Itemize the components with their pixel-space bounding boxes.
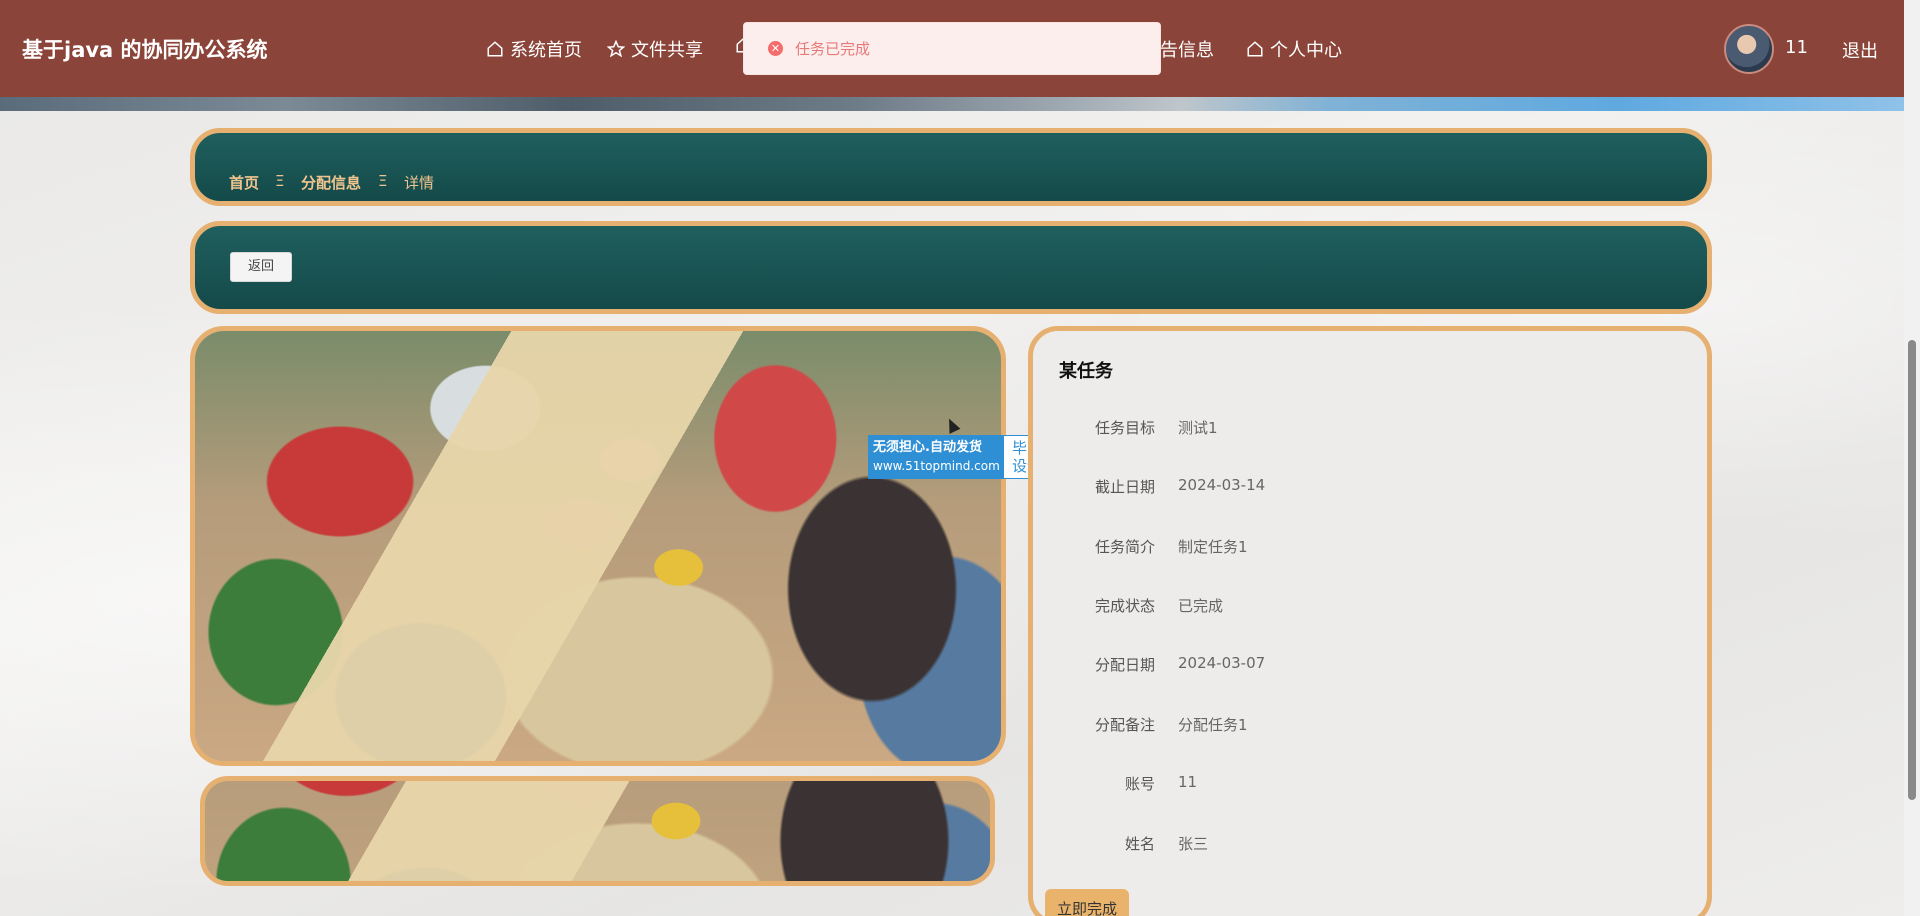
breadcrumb-current: 详情 xyxy=(404,174,435,192)
field-value-assign-note: 分配任务1 xyxy=(1178,716,1248,734)
scrollbar-thumb[interactable] xyxy=(1908,340,1916,800)
nav-item-label: 文件共享 xyxy=(631,40,703,61)
photo-children-flowers xyxy=(195,331,1001,761)
home-icon xyxy=(1247,41,1263,57)
breadcrumb-home[interactable]: 首页 xyxy=(229,172,259,193)
page-scrollbar[interactable] xyxy=(1904,0,1920,916)
field-label-goal: 任务目标 xyxy=(1094,419,1155,437)
error-circle-icon: ✕ xyxy=(768,41,783,56)
star-icon xyxy=(607,40,625,58)
watermark-line1: 无须担心.自动发货 xyxy=(873,440,982,455)
avatar[interactable] xyxy=(1724,24,1774,74)
field-label-deadline: 截止日期 xyxy=(1094,478,1155,496)
nav-item-personal-center[interactable]: 个人中心 xyxy=(1246,36,1342,62)
task-detail-card: 某任务 任务目标 测试1 截止日期 2024-03-14 任务简介 制定任务1 … xyxy=(1028,326,1712,916)
field-label-assign-note: 分配备注 xyxy=(1094,716,1155,734)
nav-item-label: 系统首页 xyxy=(510,40,582,61)
logout-button[interactable]: 退出 xyxy=(1842,37,1878,63)
nav-item-label: 个人中心 xyxy=(1270,40,1342,61)
nav-item-file-share[interactable]: 文件共享 xyxy=(607,36,703,62)
field-value-goal: 测试1 xyxy=(1178,419,1218,437)
header-banner-strip xyxy=(0,97,1904,111)
field-value-status: 已完成 xyxy=(1178,597,1224,615)
thumbnail-image[interactable] xyxy=(200,776,995,886)
field-value-account: 11 xyxy=(1178,773,1198,791)
toast-message: ✕ 任务已完成 xyxy=(743,22,1161,75)
field-label-account: 账号 xyxy=(1124,775,1155,793)
breadcrumb-separator: Ξ xyxy=(378,172,388,190)
breadcrumb-separator: Ξ xyxy=(275,172,285,190)
nav-item-home[interactable]: 系统首页 xyxy=(486,36,582,62)
complete-now-button[interactable]: 立即完成 xyxy=(1045,889,1129,916)
toast-text: 任务已完成 xyxy=(795,40,871,58)
field-value-deadline: 2024-03-14 xyxy=(1178,476,1266,494)
photo-thumbnail xyxy=(205,781,990,881)
user-id: 11 xyxy=(1785,37,1808,58)
watermark-ad[interactable]: 无须担心.自动发货 www.51topmind.com 毕业 设计 xyxy=(868,435,1051,479)
watermark-ad-left: 无须担心.自动发货 www.51topmind.com xyxy=(869,436,1004,478)
field-label-summary: 任务简介 xyxy=(1094,538,1155,556)
app-title: 基于java 的协同办公系统 xyxy=(22,38,268,62)
watermark-url: www.51topmind.com xyxy=(873,459,1000,473)
field-value-assign-date: 2024-03-07 xyxy=(1178,654,1266,672)
home-icon xyxy=(487,41,503,57)
action-bar: 返回 xyxy=(190,221,1712,314)
field-label-status: 完成状态 xyxy=(1094,597,1155,615)
nav-item-announcement[interactable]: 告信息 xyxy=(1160,36,1214,62)
back-button[interactable]: 返回 xyxy=(230,252,292,282)
field-label-name: 姓名 xyxy=(1124,835,1155,853)
main-image xyxy=(190,326,1006,766)
task-title: 某任务 xyxy=(1059,361,1113,382)
breadcrumb-assignment[interactable]: 分配信息 xyxy=(301,172,361,193)
field-label-assign-date: 分配日期 xyxy=(1094,656,1155,674)
field-value-name: 张三 xyxy=(1178,835,1209,853)
field-value-summary: 制定任务1 xyxy=(1178,538,1248,556)
breadcrumb: 首页 Ξ 分配信息 Ξ 详情 xyxy=(190,128,1712,206)
nav-item-label: 告信息 xyxy=(1160,40,1214,61)
